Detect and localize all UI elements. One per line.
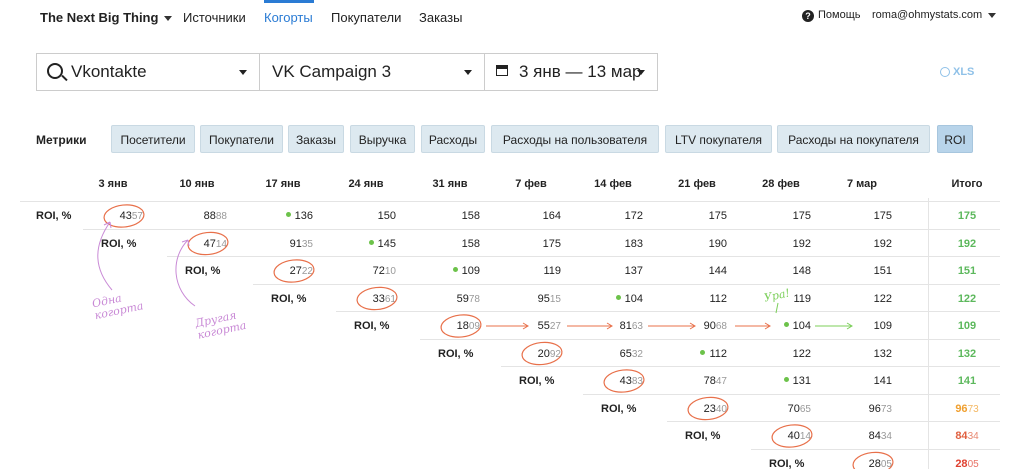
- hand-circle: [771, 424, 813, 448]
- hand-circle: [187, 231, 229, 256]
- cohort-arrow-2: [648, 322, 696, 330]
- hand-circle: [273, 259, 315, 283]
- note-arrow-2: [175, 239, 196, 307]
- cohort-arrow-green: [815, 322, 853, 330]
- hand-circle: [440, 314, 482, 338]
- cohort-arrow-3: [735, 322, 771, 330]
- hand-circle: [103, 204, 145, 228]
- hand-circle: [852, 451, 894, 469]
- annotation-overlay: [97, 204, 894, 469]
- hand-circle: [687, 396, 729, 421]
- note-arrow-1: [97, 221, 113, 291]
- hand-circle: [356, 286, 398, 311]
- hand-circle: [603, 369, 645, 393]
- cohort-arrow-1: [567, 322, 613, 330]
- hooray-tick: [775, 302, 779, 314]
- cohort-arrow-0: [486, 322, 529, 330]
- hand-circle: [521, 341, 563, 366]
